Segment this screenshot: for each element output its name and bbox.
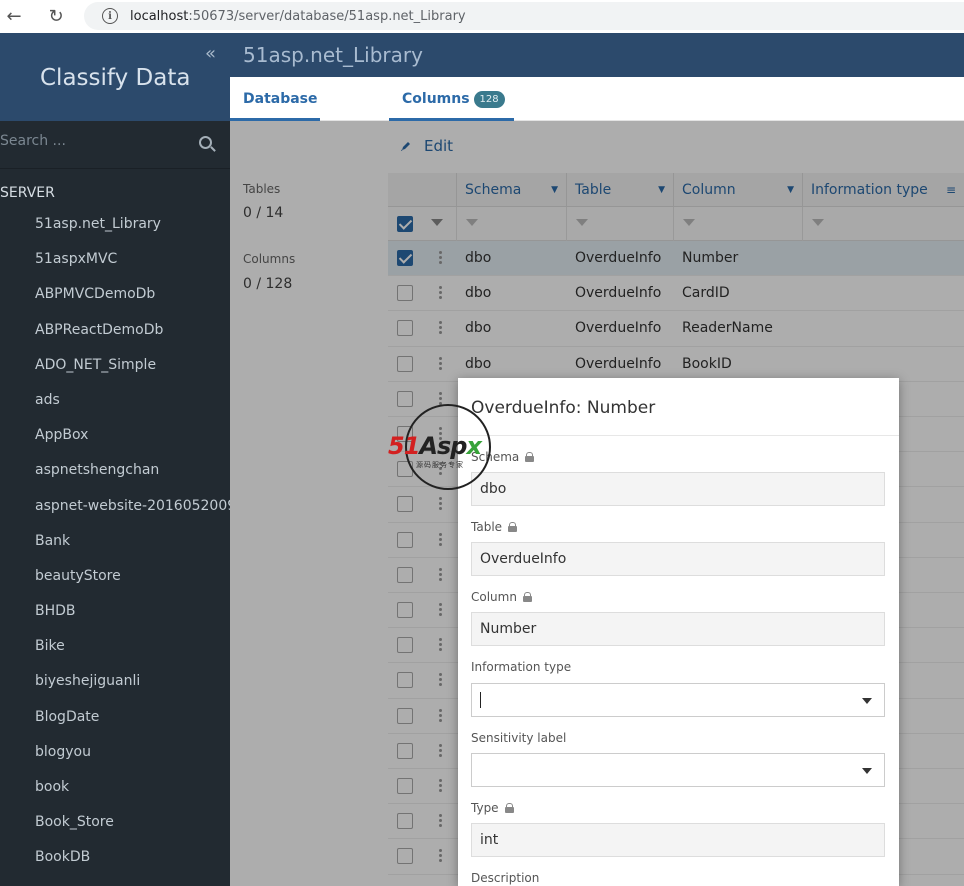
table-field: OverdueInfo	[471, 542, 885, 576]
information-type-select[interactable]	[471, 683, 885, 717]
columns-count-badge: 128	[473, 91, 505, 108]
sidebar-item-database[interactable]: Bank	[0, 524, 230, 559]
page-title: 51asp.net_Library	[243, 43, 423, 67]
back-arrow-icon[interactable]: ←	[0, 3, 28, 31]
sidebar-item-database[interactable]: ABPMVCDemoDb	[0, 277, 230, 312]
logo-text: 51Aspx	[388, 432, 482, 460]
dialog-title: OverdueInfo: Number	[458, 378, 899, 436]
column-field: Number	[471, 612, 885, 646]
dropdown-arrow-icon[interactable]	[862, 768, 872, 774]
sidebar-item-database[interactable]: ads	[0, 383, 230, 418]
lock-icon	[508, 522, 518, 532]
server-node[interactable]: SERVER	[0, 169, 230, 207]
tab-bar: Database Columns 128	[230, 77, 964, 121]
lock-icon	[522, 592, 532, 602]
sidebar: Classify Data « SERVER 51asp.net_Library…	[0, 33, 230, 886]
double-chevron-left-icon[interactable]: «	[205, 43, 216, 64]
information-type-label: Information type	[471, 660, 572, 674]
sidebar-item-database[interactable]: Bike	[0, 629, 230, 664]
sidebar-item-database[interactable]: book	[0, 770, 230, 805]
sensitivity-label-select[interactable]	[471, 753, 885, 787]
watermark-logo: 51Aspx 源码服务专家	[388, 404, 513, 494]
sidebar-search	[0, 121, 230, 169]
sidebar-item-database[interactable]: BlogDate	[0, 700, 230, 735]
lock-icon	[525, 452, 535, 462]
sidebar-item-database[interactable]: biyeshejiguanli	[0, 664, 230, 699]
sidebar-item-database[interactable]: BookDB	[0, 840, 230, 875]
url-text: localhost:50673/server/database/51asp.ne…	[130, 8, 466, 24]
address-bar[interactable]: i localhost:50673/server/database/51asp.…	[84, 2, 964, 30]
sidebar-item-database[interactable]: ABPReactDemoDb	[0, 313, 230, 348]
table-label: Table	[471, 520, 518, 534]
sidebar-item-database[interactable]: AppBox	[0, 418, 230, 453]
table-label-text: Table	[471, 520, 503, 534]
edit-column-dialog: OverdueInfo: Number Schema dbo Table Ove…	[458, 378, 899, 886]
reload-icon[interactable]: ↻	[42, 3, 70, 31]
lock-icon	[504, 803, 514, 813]
search-icon[interactable]	[199, 136, 212, 149]
app-title: Classify Data	[40, 65, 191, 91]
search-input[interactable]	[0, 133, 190, 149]
tab-columns-label: Columns	[402, 91, 470, 107]
sidebar-header: Classify Data «	[0, 33, 230, 121]
database-list: 51asp.net_Library 51aspxMVC ABPMVCDemoDb AB…	[0, 207, 230, 876]
column-label: Column	[471, 590, 532, 604]
dropdown-arrow-icon[interactable]	[862, 698, 872, 704]
sidebar-item-database[interactable]: aspnetshengchan	[0, 453, 230, 488]
sidebar-item-database[interactable]: BHDB	[0, 594, 230, 629]
tab-columns[interactable]: Columns 128	[389, 77, 514, 121]
sensitivity-label-label: Sensitivity label	[471, 731, 567, 745]
type-label-text: Type	[471, 801, 499, 815]
sidebar-item-database[interactable]: ADO_NET_Simple	[0, 348, 230, 383]
sidebar-item-database[interactable]: 51aspxMVC	[0, 242, 230, 277]
sidebar-item-database[interactable]: blogyou	[0, 735, 230, 770]
type-label: Type	[471, 801, 514, 815]
tab-database-label: Database	[243, 91, 318, 107]
schema-field: dbo	[471, 472, 885, 506]
sidebar-item-database[interactable]: Book_Store	[0, 805, 230, 840]
type-field: int	[471, 823, 885, 857]
sidebar-item-database[interactable]: beautyStore	[0, 559, 230, 594]
logo-subtitle: 源码服务专家	[416, 461, 464, 469]
tab-database[interactable]: Database	[230, 77, 320, 121]
column-label-text: Column	[471, 590, 517, 604]
main-header: 51asp.net_Library	[230, 33, 964, 77]
sidebar-item-database[interactable]: aspnet-website-20160520092	[0, 489, 230, 524]
text-cursor	[480, 692, 481, 708]
description-label: Description	[471, 871, 540, 885]
info-icon[interactable]: i	[102, 8, 118, 24]
browser-toolbar: ← ↻ i localhost:50673/server/database/51…	[0, 0, 964, 33]
sidebar-item-database[interactable]: 51asp.net_Library	[0, 207, 230, 242]
